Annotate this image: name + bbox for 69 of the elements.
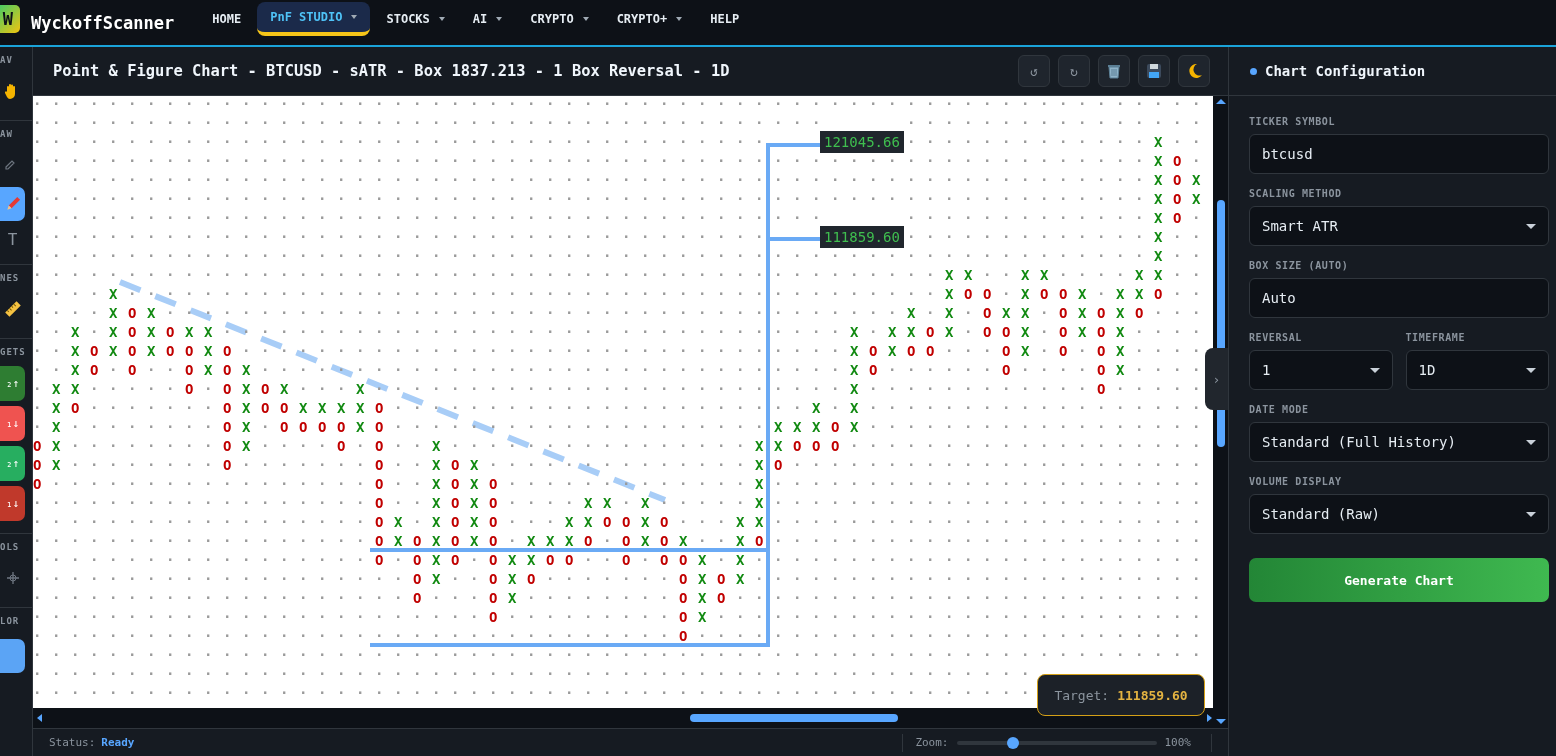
tool-icon	[4, 301, 21, 317]
panel-title: Chart Configuration	[1265, 63, 1426, 79]
dropdown[interactable]: Standard (Raw)	[1249, 494, 1549, 534]
action-button[interactable]	[1138, 55, 1170, 87]
field-label: DATE MODE	[1249, 404, 1310, 415]
logo-icon[interactable]: W	[0, 4, 20, 33]
price-label: 111859.60	[820, 226, 904, 248]
grid-row-text: ..............................................................	[33, 648, 1211, 661]
section-label: OLS	[0, 542, 20, 554]
collapse-panel-button[interactable]: ›	[1205, 348, 1228, 410]
zoom-label: Zoom:	[902, 733, 949, 752]
action-button[interactable]: ↺	[1018, 55, 1050, 87]
action-button[interactable]	[1098, 55, 1130, 87]
dropdown[interactable]: Smart ATR	[1249, 206, 1549, 246]
grid-row: ...........................................................X..	[33, 249, 1211, 263]
dropdown[interactable]: 1D	[1405, 350, 1549, 390]
scrollbar-thumb[interactable]	[690, 714, 898, 722]
grid-row: .............X..	[907, 135, 1211, 149]
zoom-reading: 100%	[1164, 733, 1212, 752]
grid-row-text: .......................................... ................	[33, 116, 1211, 129]
text-tool-button[interactable]: T	[0, 226, 25, 252]
field-label: SCALING METHOD	[1249, 188, 1343, 199]
field-label: TIMEFRAME	[1405, 332, 1467, 343]
section-label: LOR	[0, 616, 20, 628]
nav-link[interactable]: PnF STUDIO	[257, 1, 371, 36]
grid-row-text: .....................................................	[33, 686, 1040, 699]
grid-row: ..................................O...........................	[33, 629, 1211, 643]
text-field[interactable]: Auto	[1249, 278, 1549, 318]
target-button[interactable]: ₁↓	[0, 486, 25, 521]
status-label: Status:	[49, 736, 96, 749]
dropdown[interactable]: Standard (Full History)	[1249, 422, 1549, 462]
tool-icon	[4, 570, 21, 586]
color-swatch[interactable]	[0, 639, 25, 673]
nav-link[interactable]: STOCKS	[374, 1, 457, 36]
nav-link[interactable]: CRYPTO+	[604, 1, 695, 36]
section-label: NES	[0, 273, 20, 285]
chart-title: Point & Figure Chart - BTCUSD - sATR - Box 1837.213 - 1 Box Reversal - 1D	[53, 62, 730, 80]
field-label: REVERSAL	[1249, 332, 1303, 343]
nav-link[interactable]: HOME	[200, 1, 254, 36]
field-label: BOX SIZE (AUTO)	[1249, 260, 1350, 271]
action-button[interactable]	[1178, 55, 1210, 87]
generate-chart-button[interactable]: Generate Chart	[1249, 558, 1549, 602]
text-field[interactable]: btcusd	[1249, 134, 1549, 174]
slider-thumb[interactable]	[1006, 736, 1019, 749]
price-label: 121045.66	[820, 131, 904, 153]
tool-icon	[4, 196, 21, 212]
nav-link[interactable]: HELP	[698, 1, 752, 36]
action-button[interactable]: ↻	[1058, 55, 1090, 87]
section-label: GETS	[0, 347, 26, 359]
section-label: AW	[0, 129, 13, 141]
nav-link[interactable]: CRYPTO	[518, 1, 601, 36]
status-value: Ready	[101, 736, 135, 749]
dropdown[interactable]: 1	[1249, 350, 1393, 390]
nav-link[interactable]: AI	[460, 1, 515, 36]
field-label: TICKER SYMBOL	[1249, 116, 1337, 127]
grid-row-text: .....................................................	[33, 667, 1040, 680]
target-label: Target:	[1054, 687, 1110, 703]
field-label: VOLUME DISPLAY	[1249, 476, 1343, 487]
brand-name[interactable]: WyckoffScanner	[31, 12, 175, 33]
scroll-left-icon[interactable]	[37, 714, 42, 722]
grid-row-text: .......................................	[33, 230, 774, 243]
grid-row-text: .......................................	[33, 135, 774, 148]
grid-row-text: ..............................................................	[33, 97, 1211, 110]
target-button[interactable]: ₂↑	[0, 366, 25, 401]
trash-icon	[1105, 62, 1123, 80]
target-value: 111859.60	[1117, 687, 1188, 703]
status-dot-icon	[1250, 67, 1257, 75]
section-label: AV	[0, 55, 13, 67]
grid-row: .............X..	[907, 230, 1211, 244]
